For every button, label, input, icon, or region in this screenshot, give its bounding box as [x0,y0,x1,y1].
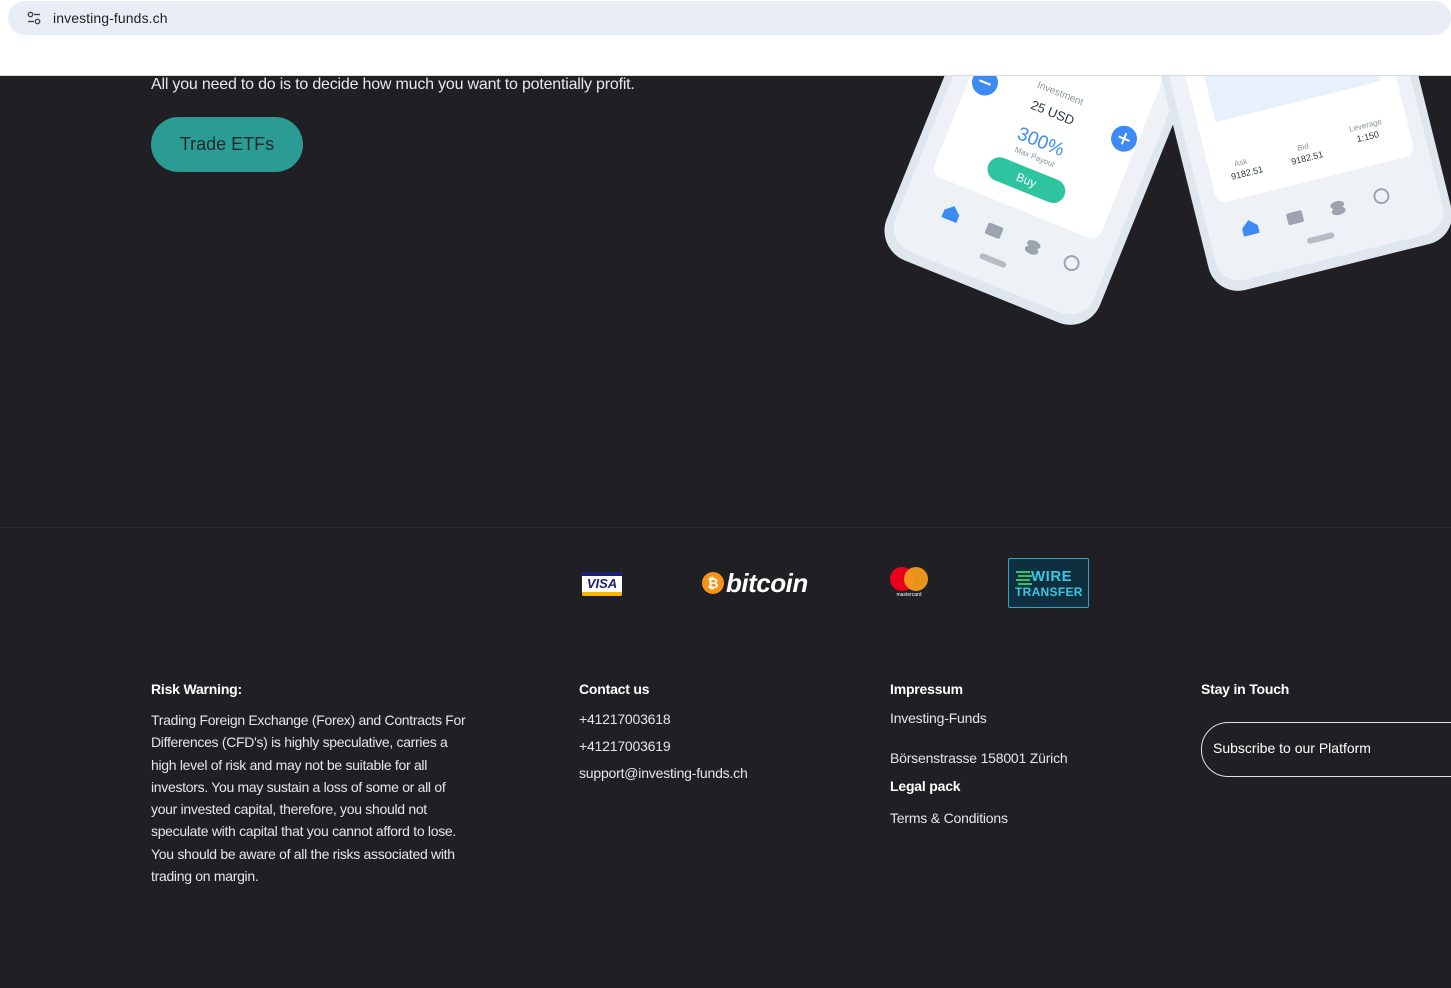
app-mockup-image: Investment 25 USD 300% Max Payout Buy As… [884,76,1451,325]
trade-etfs-button[interactable]: Trade ETFs [151,117,303,172]
contact-section: Contact us +41217003618 +41217003619 sup… [579,681,748,781]
subscribe-field[interactable] [1201,722,1451,777]
company-address: Börsenstrasse 158001 Zürich [890,750,1068,766]
terms-link[interactable]: Terms & Conditions [890,810,1067,826]
mastercard-logo: mastercard [889,567,929,599]
stay-in-touch-heading: Stay in Touch [1201,681,1290,697]
risk-warning-section: Risk Warning: Trading Foreign Exchange (… [151,681,471,887]
url-text[interactable]: investing-funds.ch [53,10,168,26]
risk-warning-text: Trading Foreign Exchange (Forex) and Con… [151,712,466,885]
subscribe-input[interactable] [1213,740,1443,756]
phone-mockup-right: Ask 9182.51 Bid 9182.51 Leverage 1:150 [1152,76,1451,291]
page-content: All you need to do is to decide how much… [0,76,1451,988]
contact-heading: Contact us [579,681,650,697]
bitcoin-logo: ₿ bitcoin [702,568,808,598]
browser-toolbar: investing-funds.ch [0,0,1451,76]
phone-link-2[interactable]: +41217003619 [579,738,671,754]
impressum-heading: Impressum [890,681,963,697]
legal-pack-heading: Legal pack [890,778,961,794]
address-bar[interactable]: investing-funds.ch [8,1,1451,35]
section-divider [0,527,1451,528]
risk-warning-heading: Risk Warning: [151,681,242,697]
phone-link-1[interactable]: +41217003618 [579,711,671,727]
visa-logo: VISA [582,572,622,596]
tune-icon[interactable] [26,10,42,26]
impressum-section: Impressum Investing-Funds Börsenstrasse … [890,681,1068,826]
stay-in-touch-section: Stay in Touch [1201,681,1451,777]
hero-subtitle: All you need to do is to decide how much… [151,76,635,93]
company-name: Investing-Funds [890,710,987,726]
bitcoin-icon: ₿ [702,572,724,594]
wire-transfer-logo: WIRE TRANSFER [1008,558,1089,608]
phone-mockup-left: Investment 25 USD 300% Max Payout Buy [884,76,1191,325]
email-link[interactable]: support@investing-funds.ch [579,765,748,781]
